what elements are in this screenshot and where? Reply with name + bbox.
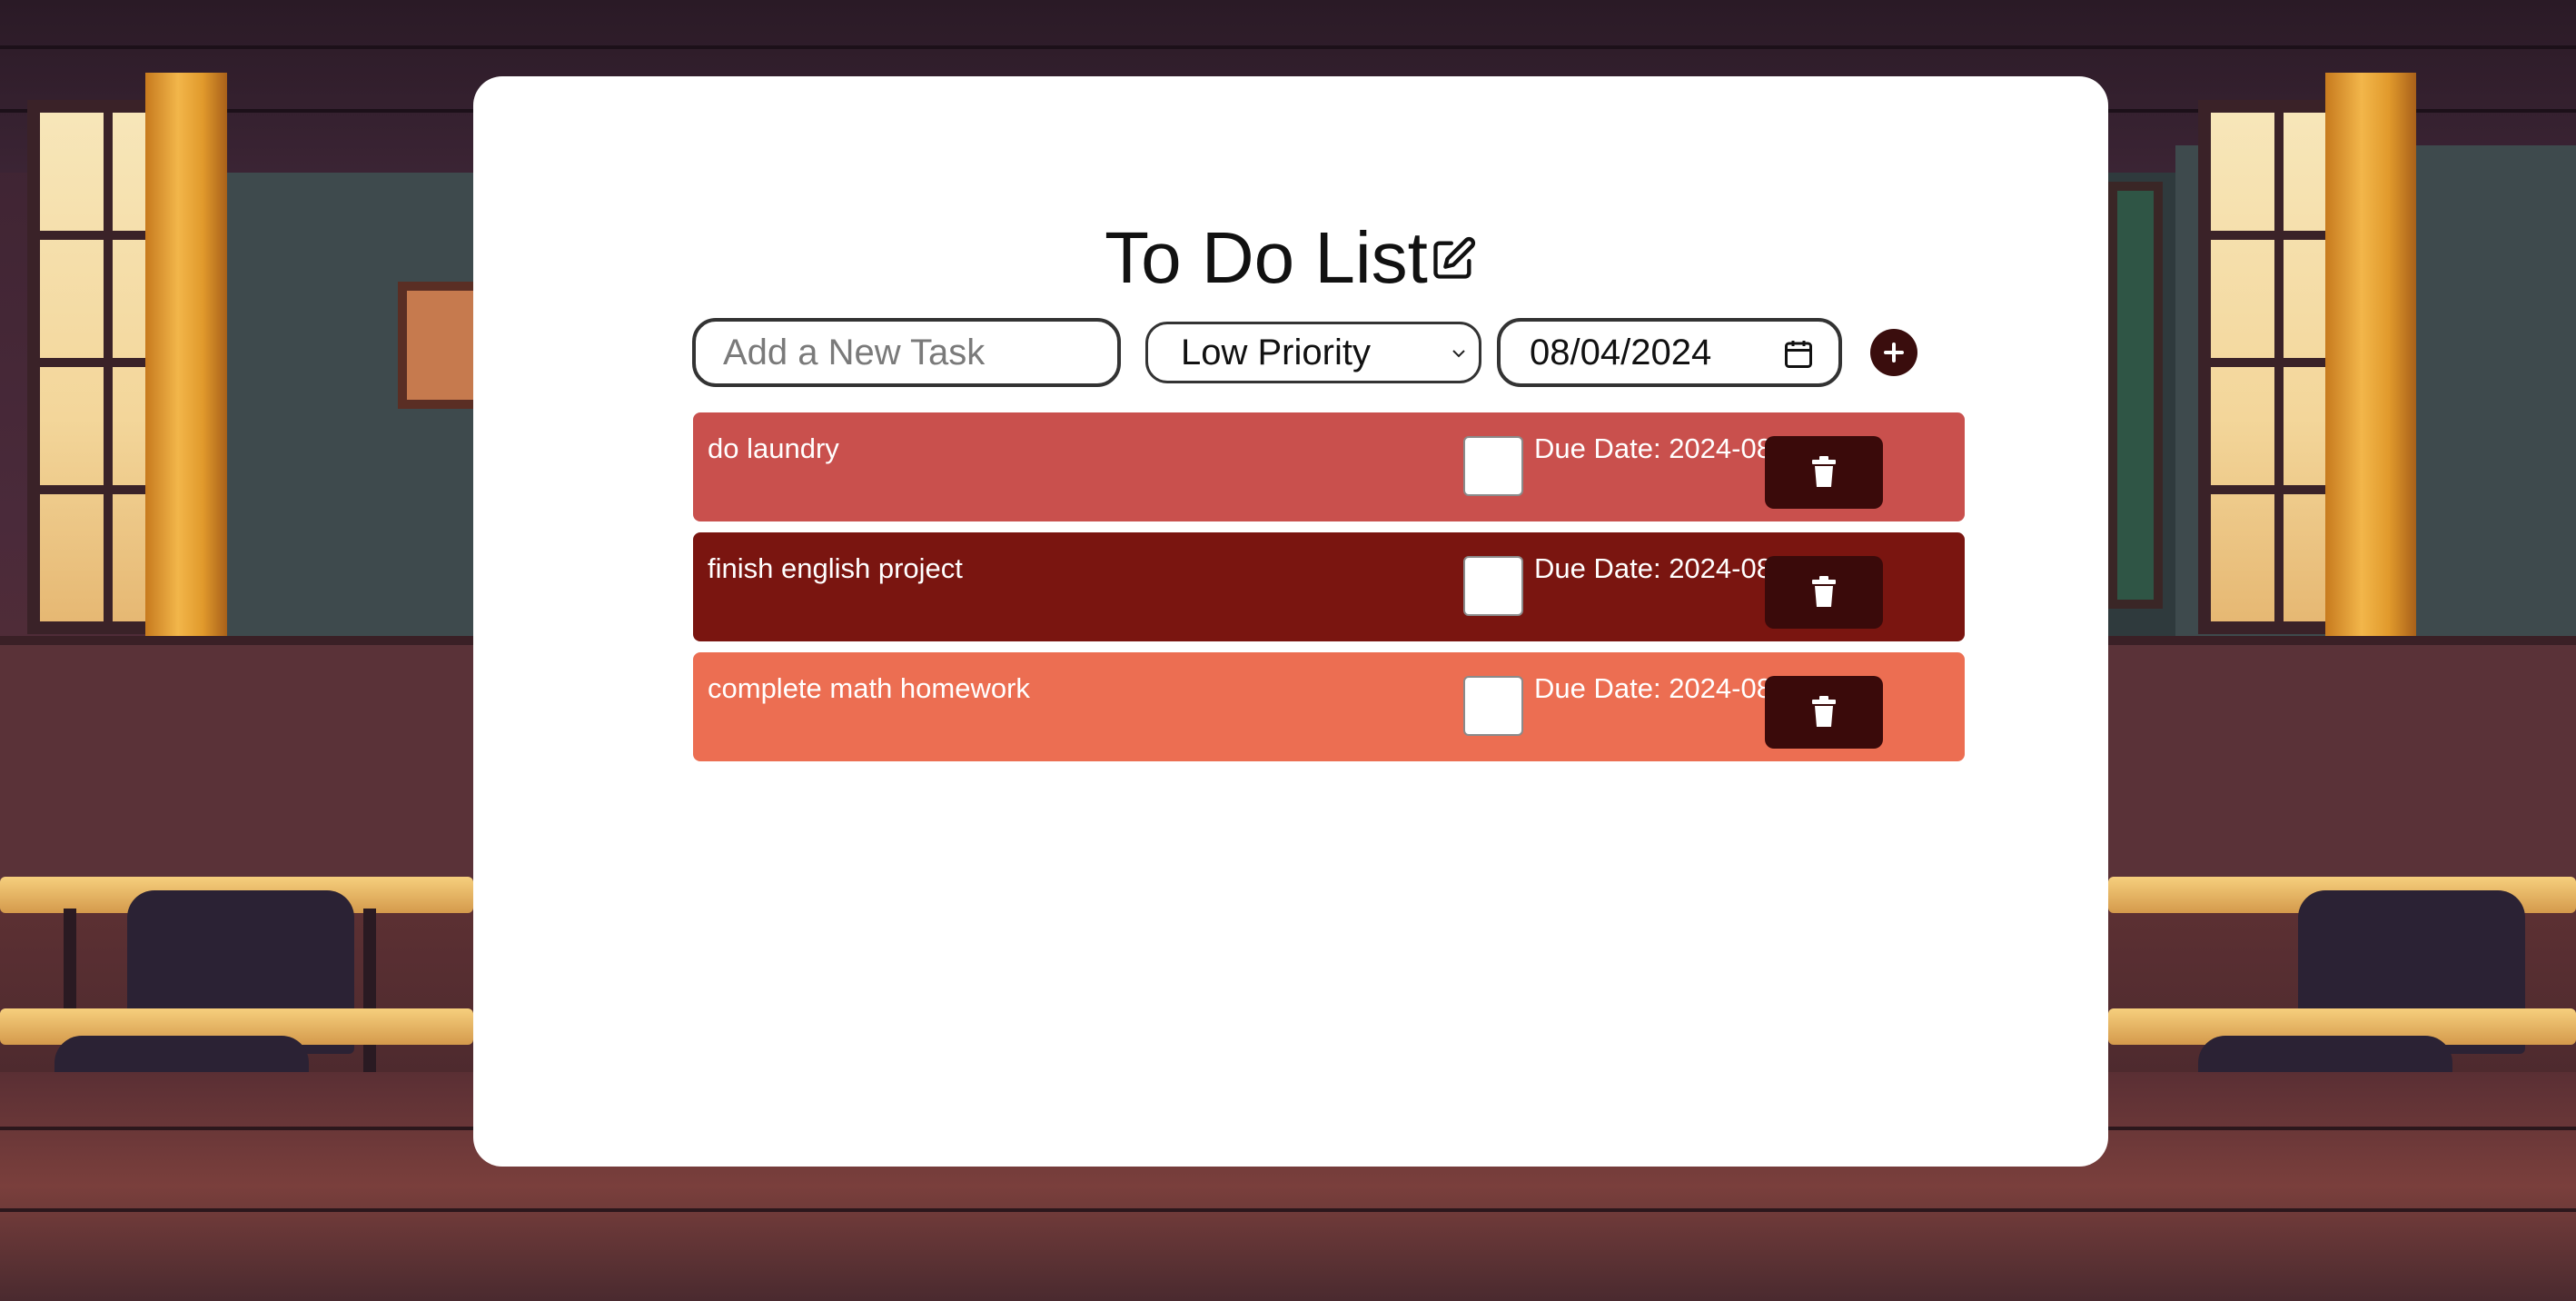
task-complete-checkbox[interactable] <box>1463 676 1523 736</box>
trash-icon <box>1812 696 1836 727</box>
task-list: do laundry Due Date: 2024-08-21 finish e… <box>693 412 1965 772</box>
task-input[interactable] <box>692 318 1121 387</box>
task-text: complete math homework <box>708 672 1030 704</box>
task-item: finish english project Due Date: 2024-08… <box>693 532 1965 641</box>
chevron-down-icon <box>1452 350 1465 358</box>
priority-select[interactable]: Low Priority <box>1145 322 1481 383</box>
task-item: complete math homework Due Date: 2024-08… <box>693 652 1965 761</box>
todo-card: To Do List Low Priority 08/04/2024 do la… <box>473 76 2108 1167</box>
delete-task-button[interactable] <box>1765 676 1883 749</box>
plus-icon <box>1884 343 1904 362</box>
add-task-form: Low Priority 08/04/2024 <box>473 242 2108 387</box>
chalkboard <box>2108 182 2163 609</box>
task-text: do laundry <box>708 432 839 464</box>
task-complete-checkbox[interactable] <box>1463 556 1523 616</box>
delete-task-button[interactable] <box>1765 556 1883 629</box>
calendar-icon[interactable] <box>1782 338 1815 371</box>
due-date-value: 08/04/2024 <box>1530 332 1712 372</box>
add-task-button[interactable] <box>1870 329 1917 376</box>
wainscot-right <box>2108 636 2576 881</box>
due-date-input[interactable]: 08/04/2024 <box>1497 318 1842 387</box>
priority-select-value: Low Priority <box>1181 332 1371 372</box>
trash-icon <box>1812 576 1836 607</box>
wainscot-left <box>0 636 473 881</box>
task-text: finish english project <box>708 552 963 584</box>
trash-icon <box>1812 456 1836 487</box>
task-complete-checkbox[interactable] <box>1463 436 1523 496</box>
delete-task-button[interactable] <box>1765 436 1883 509</box>
task-item: do laundry Due Date: 2024-08-21 <box>693 412 1965 521</box>
